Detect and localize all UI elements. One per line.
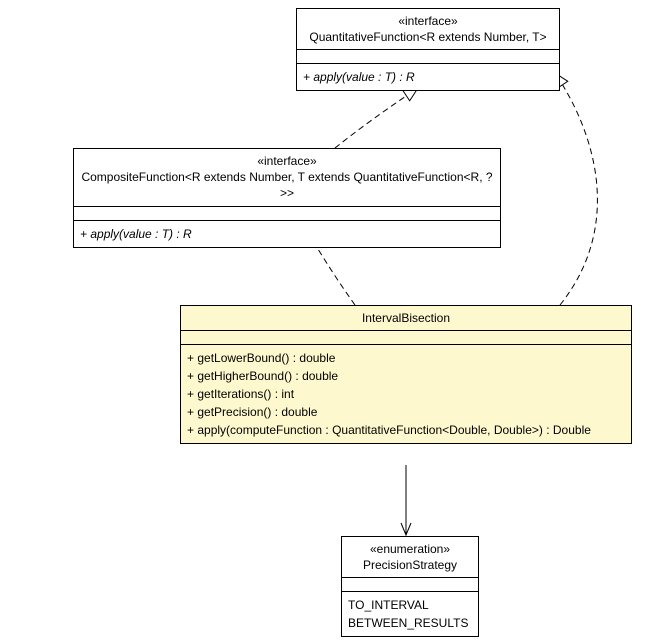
class-header: «interface» QuantitativeFunction<R exten…: [297, 9, 559, 50]
class-name: IntervalBisection: [187, 310, 625, 326]
operation: + getHigherBound() : double: [187, 367, 625, 385]
operations-compartment: + apply(value : T) : R: [74, 221, 500, 247]
attributes-compartment: [297, 50, 559, 64]
attributes-compartment: [74, 207, 500, 221]
class-header: «interface» CompositeFunction<R extends …: [74, 149, 500, 207]
operations-compartment: + getLowerBound() : double + getHigherBo…: [181, 345, 631, 443]
class-header: «enumeration» PrecisionStrategy: [342, 537, 478, 578]
attributes-compartment: [342, 578, 478, 592]
stereotype-label: «enumeration»: [348, 541, 472, 557]
stereotype-label: «interface»: [80, 153, 494, 169]
enum-literal: BETWEEN_RESULTS: [348, 614, 472, 632]
uml-diagram: «interface» QuantitativeFunction<R exten…: [0, 0, 645, 640]
class-name: CompositeFunction<R extends Number, T ex…: [80, 169, 494, 201]
operations-compartment: + apply(value : T) : R: [297, 64, 559, 90]
class-precision-strategy: «enumeration» PrecisionStrategy TO_INTER…: [341, 536, 479, 637]
operation: + apply(value : T) : R: [80, 225, 494, 243]
class-composite-function: «interface» CompositeFunction<R extends …: [73, 148, 501, 248]
enum-literal: TO_INTERVAL: [348, 596, 472, 614]
operation: + getPrecision() : double: [187, 403, 625, 421]
operation: + getLowerBound() : double: [187, 349, 625, 367]
operation: + apply(value : T) : R: [303, 68, 553, 86]
class-quantitative-function: «interface» QuantitativeFunction<R exten…: [296, 8, 560, 91]
class-interval-bisection: IntervalBisection + getLowerBound() : do…: [180, 305, 632, 444]
literals-compartment: TO_INTERVAL BETWEEN_RESULTS: [342, 592, 478, 636]
operation: + apply(computeFunction : QuantitativeFu…: [187, 421, 625, 439]
edge-interval-to-quantitative: [555, 73, 597, 305]
class-name: PrecisionStrategy: [348, 557, 472, 573]
attributes-compartment: [181, 331, 631, 345]
operation: + getIterations() : int: [187, 385, 625, 403]
edge-composite-to-quantitative: [335, 88, 418, 148]
class-name: QuantitativeFunction<R extends Number, T…: [303, 29, 553, 45]
stereotype-label: «interface»: [303, 13, 553, 29]
class-header: IntervalBisection: [181, 306, 631, 331]
